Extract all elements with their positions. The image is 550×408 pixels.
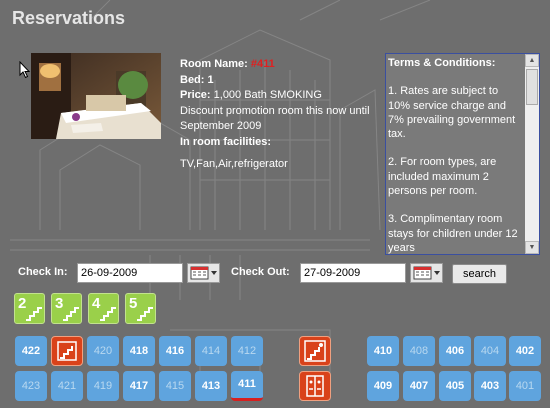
check-in-calendar-button[interactable] [187, 263, 220, 283]
stairs-escape-icon [299, 336, 331, 366]
bed-value: 1 [207, 73, 214, 86]
scroll-thumb[interactable] [526, 69, 538, 105]
room-410[interactable]: 410 [367, 336, 399, 366]
room-name-value: #411 [250, 58, 275, 70]
facilities-value: TV,Fan,Air,refrigerator [180, 157, 288, 170]
room-411[interactable]: 411 [231, 371, 263, 401]
check-in-input[interactable] [77, 263, 183, 283]
terms-item: 3. Complimentary room stays for children… [388, 213, 518, 254]
room-403[interactable]: 403 [474, 371, 506, 401]
room-414[interactable]: 414 [195, 336, 227, 366]
room-419[interactable]: 419 [87, 371, 119, 401]
room-402[interactable]: 402 [509, 336, 541, 366]
room-413[interactable]: 413 [195, 371, 227, 401]
facilities-label: In room facilities: [180, 135, 272, 148]
stairs-icon [137, 307, 153, 321]
stairs-icon [51, 336, 83, 366]
floor-3-button[interactable]: 3 [51, 293, 82, 324]
mouse-cursor-icon [19, 61, 31, 79]
page-title: Reservations [12, 8, 126, 28]
terms-title: Terms & Conditions: [388, 57, 496, 69]
room-415[interactable]: 415 [159, 371, 191, 401]
room-407[interactable]: 407 [403, 371, 435, 401]
search-button[interactable]: search [452, 264, 507, 284]
check-out-input[interactable] [300, 263, 406, 283]
price-value: 1,000 Bath [213, 89, 267, 102]
floor-4-button[interactable]: 4 [88, 293, 119, 324]
terms-content: Terms & Conditions: 1. Rates are subject… [388, 56, 522, 254]
scroll-down-icon[interactable]: ▼ [525, 241, 539, 254]
check-out-calendar-button[interactable] [410, 263, 443, 283]
terms-scrollbar[interactable]: ▲ ▼ [525, 54, 539, 254]
room-photo [31, 53, 161, 139]
stairs-icon [26, 307, 42, 321]
room-name-label: Room Name: [180, 58, 248, 70]
room-412[interactable]: 412 [231, 336, 263, 366]
room-418[interactable]: 418 [123, 336, 155, 366]
room-423[interactable]: 423 [15, 371, 47, 401]
room-405[interactable]: 405 [439, 371, 471, 401]
room-404[interactable]: 404 [474, 336, 506, 366]
price-label: Price: [180, 89, 211, 102]
check-in-label: Check In: [18, 266, 68, 278]
room-422[interactable]: 422 [15, 336, 47, 366]
calendar-icon [190, 266, 217, 280]
room-421[interactable]: 421 [51, 371, 83, 401]
room-416[interactable]: 416 [159, 336, 191, 366]
terms-box[interactable]: Terms & Conditions: 1. Rates are subject… [385, 53, 540, 255]
smoking-label: SMOKING [269, 89, 322, 102]
floor-5-button[interactable]: 5 [125, 293, 156, 324]
bed-label: Bed: [180, 73, 205, 86]
terms-item: 2. For room types, are included maximum … [388, 156, 497, 198]
room-401[interactable]: 401 [509, 371, 541, 401]
room-417[interactable]: 417 [123, 371, 155, 401]
stairs-icon [100, 307, 116, 321]
room-info: Room Name: #411 Bed: 1 Price: 1,000 Bath… [180, 57, 380, 172]
stairs-icon [63, 307, 79, 321]
promotion-text: Discount promotion room this now until S… [180, 104, 370, 133]
room-408[interactable]: 408 [403, 336, 435, 366]
scroll-up-icon[interactable]: ▲ [525, 54, 539, 67]
terms-item: 1. Rates are subject to 10% service char… [388, 85, 516, 141]
floor-2-button[interactable]: 2 [14, 293, 45, 324]
check-out-label: Check Out: [231, 266, 290, 278]
room-420[interactable]: 420 [87, 336, 119, 366]
calendar-icon [413, 266, 440, 280]
room-406[interactable]: 406 [439, 336, 471, 366]
elevator-icon [299, 371, 331, 401]
room-409[interactable]: 409 [367, 371, 399, 401]
